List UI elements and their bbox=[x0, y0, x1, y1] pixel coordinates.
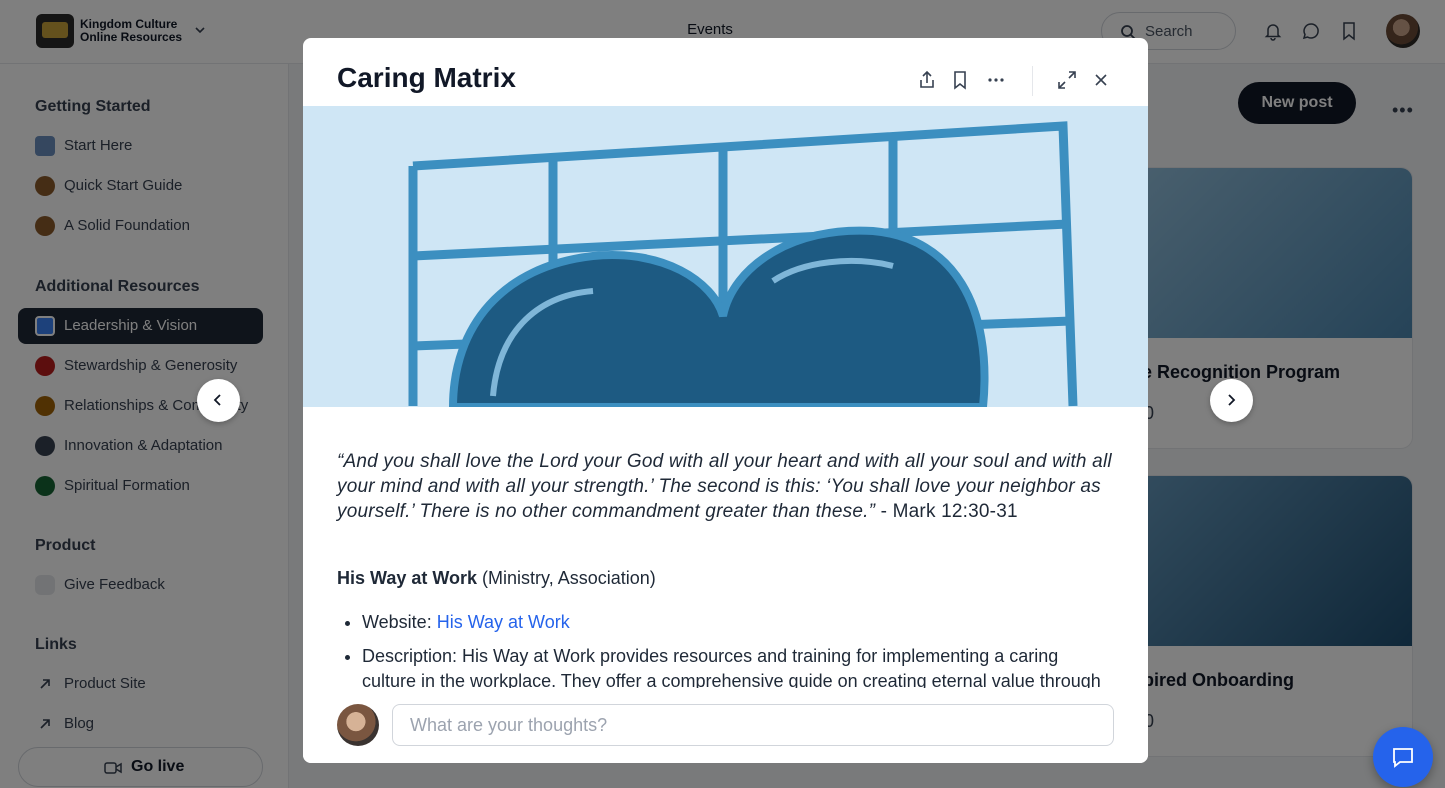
comment-placeholder: What are your thoughts? bbox=[410, 715, 608, 735]
quote-reference: - Mark 12:30-31 bbox=[875, 501, 1018, 522]
website-link[interactable]: His Way at Work bbox=[437, 612, 570, 632]
hero-image bbox=[303, 106, 1148, 407]
scripture-quote: “And you shall love the Lord your God wi… bbox=[337, 449, 1112, 524]
list-item: Website: His Way at Work bbox=[362, 610, 1114, 635]
more-options-icon[interactable] bbox=[986, 70, 1006, 90]
chevron-left-icon bbox=[213, 394, 221, 406]
support-chat-button[interactable] bbox=[1373, 727, 1433, 787]
header-divider bbox=[1032, 66, 1033, 96]
share-icon[interactable] bbox=[917, 70, 937, 90]
comment-input[interactable]: What are your thoughts? bbox=[392, 704, 1114, 746]
organization-name: His Way at Work bbox=[337, 568, 478, 588]
bookmark-icon[interactable] bbox=[950, 70, 970, 90]
list-item: Description: His Way at Work provides re… bbox=[362, 644, 1114, 694]
organization-type: (Ministry, Association) bbox=[477, 568, 656, 588]
previous-post-button[interactable] bbox=[197, 379, 240, 422]
website-label: Website: bbox=[362, 612, 437, 632]
chat-bubble-icon bbox=[1393, 748, 1413, 768]
next-post-button[interactable] bbox=[1210, 379, 1253, 422]
avatar bbox=[337, 704, 379, 746]
close-icon[interactable] bbox=[1091, 70, 1111, 90]
organization-heading: His Way at Work (Ministry, Association) bbox=[337, 568, 1112, 589]
chevron-right-icon bbox=[1228, 394, 1236, 406]
description-text: Description: His Way at Work provides re… bbox=[362, 646, 1101, 691]
post-title: Caring Matrix bbox=[337, 62, 516, 93]
post-modal: Caring Matrix “And you shall love the Lo… bbox=[303, 38, 1148, 763]
expand-icon[interactable] bbox=[1057, 70, 1077, 90]
